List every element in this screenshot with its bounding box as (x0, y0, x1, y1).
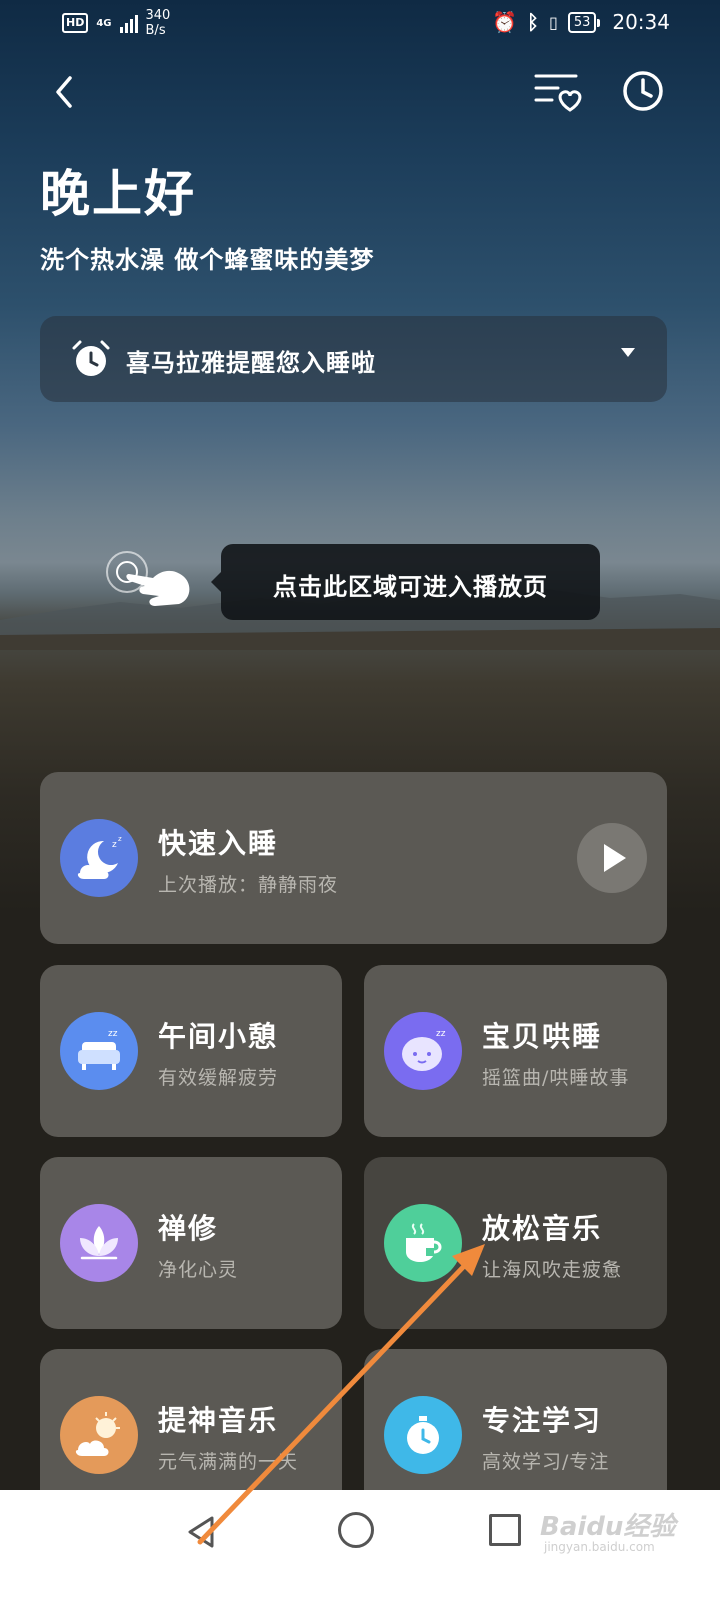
network-type: 4G (96, 17, 112, 29)
sofa-icon: zz (60, 1012, 138, 1090)
stopwatch-icon (384, 1396, 462, 1474)
status-bar: HD 4G 340 B/s ⏰ ᛒ ▯ 53 20:34 (0, 0, 720, 50)
card-desc: 有效缓解疲劳 (158, 1067, 279, 1089)
nav-back-icon[interactable] (180, 1510, 224, 1554)
reminder-text: 喜马拉雅提醒您入睡啦 (126, 349, 376, 377)
card-title: 禅修 (158, 1212, 219, 1245)
card-nap[interactable]: zz 午间小憩 有效缓解疲劳 (40, 965, 342, 1137)
card-baby-sleep[interactable]: zz 宝贝哄睡 摇篮曲/哄睡故事 (364, 965, 667, 1137)
tooltip-text: 点击此区域可进入播放页 (273, 573, 548, 601)
history-clock-icon[interactable] (620, 68, 666, 114)
sun-cloud-icon (60, 1396, 138, 1474)
card-desc: 上次播放：静静雨夜 (158, 874, 339, 896)
nav-recent-apps-icon[interactable] (489, 1514, 521, 1546)
moon-cloud-icon: z z (60, 819, 138, 897)
battery-icon: 53 (567, 11, 600, 33)
card-title: 快速入睡 (158, 827, 279, 860)
greeting-subtitle: 洗个热水澡 做个蜂蜜味的美梦 (40, 246, 375, 274)
bluetooth-icon: ᛒ (527, 10, 539, 34)
baby-icon: zz (384, 1012, 462, 1090)
card-title: 提神音乐 (158, 1404, 279, 1437)
card-desc: 高效学习/专注 (482, 1451, 610, 1473)
svg-text:z: z (118, 835, 122, 843)
vibrate-icon: ▯ (549, 12, 558, 32)
nav-home-icon[interactable] (338, 1512, 374, 1548)
card-desc: 摇篮曲/哄睡故事 (482, 1067, 630, 1089)
signal-icon (119, 13, 138, 33)
hd-indicator: HD (62, 13, 89, 33)
back-arrow-icon[interactable] (46, 70, 86, 114)
lotus-icon (60, 1204, 138, 1282)
card-title: 宝贝哄睡 (482, 1020, 603, 1053)
card-desc: 净化心灵 (158, 1259, 239, 1281)
alarm-status-icon: ⏰ (492, 10, 517, 34)
card-desc: 让海风吹走疲惫 (482, 1259, 623, 1281)
svg-text:zz: zz (436, 1029, 446, 1039)
favorite-list-icon[interactable] (530, 66, 586, 116)
clock-time: 20:34 (612, 10, 670, 34)
quick-sleep-card[interactable]: z z 快速入睡 上次播放：静静雨夜 (40, 772, 667, 944)
tea-cup-icon (384, 1204, 462, 1282)
play-button[interactable] (577, 823, 647, 893)
baidu-watermark: Baidu经验 jingyan.baidu.com (540, 1512, 676, 1554)
svg-text:zz: zz (108, 1029, 118, 1039)
card-desc: 元气满满的一天 (158, 1451, 299, 1473)
sleep-reminder-bar[interactable]: 喜马拉雅提醒您入睡啦 (40, 316, 667, 402)
card-relax-music[interactable]: 放松音乐 让海风吹走疲惫 (364, 1157, 667, 1329)
card-meditation[interactable]: 禅修 净化心灵 (40, 1157, 342, 1329)
card-title: 放松音乐 (482, 1212, 603, 1245)
card-title: 午间小憩 (158, 1020, 279, 1053)
alarm-clock-icon (72, 340, 110, 376)
svg-text:z: z (112, 840, 117, 850)
greeting-title: 晚上好 (40, 164, 196, 223)
network-speed: 340 B/s (145, 8, 171, 38)
dropdown-caret-icon[interactable] (621, 348, 635, 357)
tap-hand-icon (106, 551, 190, 606)
card-title: 专注学习 (482, 1404, 603, 1437)
play-area-tooltip[interactable]: 点击此区域可进入播放页 (211, 544, 600, 620)
